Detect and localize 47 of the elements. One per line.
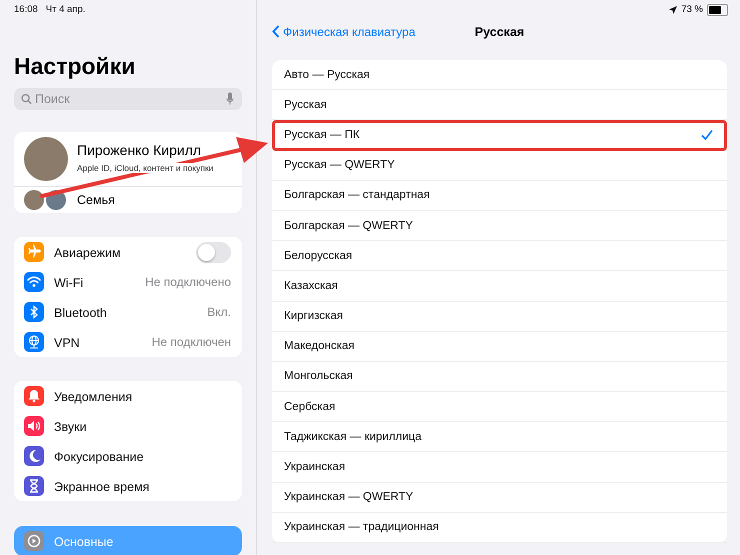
sidebar-title: Настройки	[14, 53, 136, 80]
profile-subtitle: Apple ID, iCloud, контент и покупки	[77, 163, 214, 173]
layout-option[interactable]: Монгольская	[272, 362, 727, 392]
avatar	[24, 190, 44, 210]
back-button[interactable]: Физическая клавиатура	[272, 24, 416, 38]
settings-row[interactable]: Авиарежим	[14, 237, 242, 267]
settings-row[interactable]: Уведомления	[14, 381, 242, 411]
microphone-icon[interactable]	[226, 92, 234, 106]
layout-option[interactable]: Украинская	[272, 452, 727, 483]
value-label: Вкл.	[207, 305, 231, 319]
avatar	[24, 137, 68, 181]
layout-option[interactable]: Русская — ПК	[272, 120, 727, 151]
status-time: 16:08	[14, 4, 38, 15]
battery-icon	[707, 4, 728, 16]
family-label: Семья	[77, 193, 115, 207]
battery-percent: 73 %	[681, 4, 703, 15]
location-arrow-icon	[669, 6, 678, 14]
settings-row[interactable]: Фокусирование	[14, 441, 242, 471]
layout-option[interactable]: Авто — Русская	[272, 60, 727, 90]
layout-option[interactable]: Белорусская	[272, 241, 727, 272]
value-label: Не подключено	[145, 275, 231, 289]
value-label: Не подключен	[152, 335, 231, 349]
layout-option[interactable]: Болгарская — стандартная	[272, 180, 727, 211]
chevron-left-icon	[272, 25, 280, 38]
layout-option[interactable]: Русская — QWERTY	[272, 150, 727, 181]
layout-option[interactable]: Киргизская	[272, 302, 727, 332]
toggle-switch[interactable]	[196, 242, 231, 262]
layout-option[interactable]: Русская	[272, 90, 727, 120]
settings-row[interactable]: Звуки	[14, 411, 242, 441]
layout-option[interactable]: Сербская	[272, 392, 727, 422]
layout-option[interactable]: Украинская — QWERTY	[272, 482, 727, 513]
status-date: Чт 4 апр.	[46, 4, 86, 15]
page-title: Русская	[474, 24, 524, 38]
checkmark-icon	[701, 128, 713, 141]
search-icon	[21, 94, 32, 104]
settings-row[interactable]: Wi-Fi Не подключено	[14, 267, 242, 297]
profile-card[interactable]: Пироженко Кирилл Apple ID, iCloud, контент и покупки Семья	[14, 132, 242, 213]
search-field[interactable]: Поиск	[14, 88, 242, 110]
settings-row[interactable]: Bluetooth Вкл.	[14, 297, 242, 327]
layout-option[interactable]: Украинская — традиционная	[272, 512, 727, 543]
layout-option[interactable]: Македонская	[272, 332, 727, 362]
settings-row[interactable]: Экранное время	[14, 471, 242, 501]
profile-name: Пироженко Кирилл	[77, 142, 202, 158]
layout-option[interactable]: Таджикская — кириллица	[272, 422, 727, 452]
settings-row[interactable]: VPN Не подключен	[14, 327, 242, 357]
layout-option[interactable]: Казахская	[272, 271, 727, 302]
layout-option[interactable]: Болгарская — QWERTY	[272, 210, 727, 242]
